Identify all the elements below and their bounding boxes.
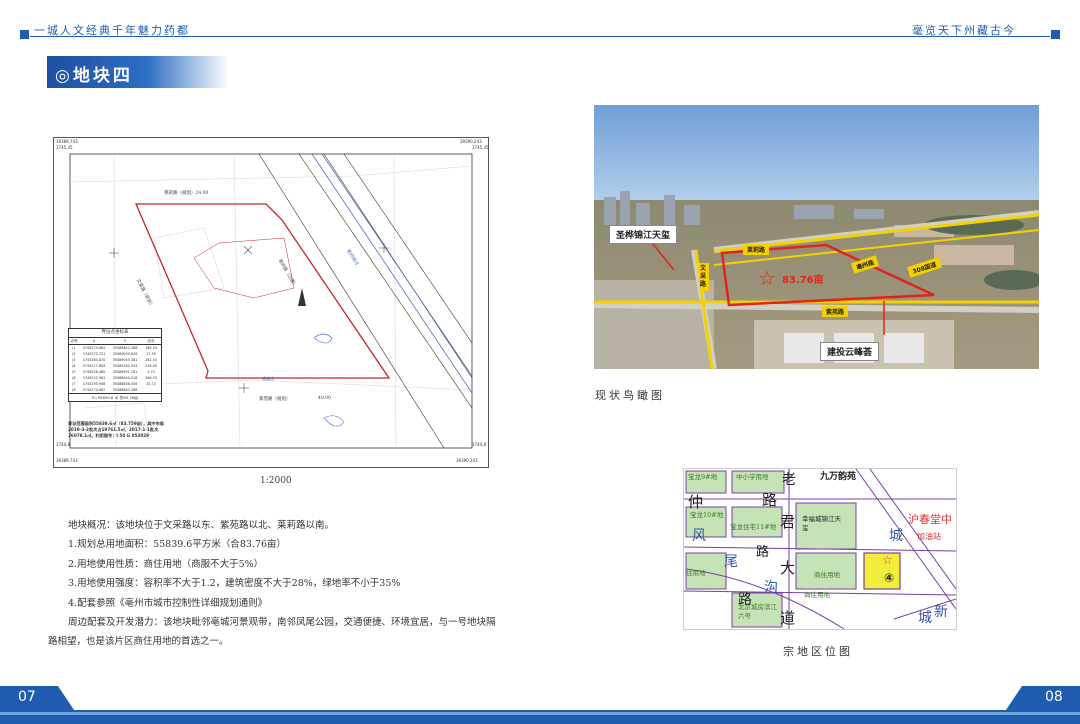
section-title-bar: ◎地块四 [47,56,229,88]
loc-l18: 城 [918,610,932,626]
page-footer: 07 08 [0,686,1080,724]
location-caption: 宗地区位图 [783,645,853,658]
map-road-bottom: 紫苑路（规划） [259,397,291,402]
aerial-label-project2: 建投云峰荟 [820,342,880,361]
loc-l20: 商住用地 [804,591,830,599]
section-title: ◎地块四 [55,66,133,86]
loc-l10: 路 [756,545,770,560]
loc-l17: 道 [780,609,796,627]
spec-item-2: 2.用地使用性质：商住用地（商服不大于5%） [68,558,264,570]
table-total: S=55839.6 ㎡ 合83.76亩 [69,393,161,401]
surroundings-text: 周边配套及开发潜力：该地块毗邻亳城河景观带，南邻凤尾公园，交通便捷、环境宜居，与… [48,617,496,648]
page-header: 一城人文经典千年魅力药都 毫览天下州藏古今 [0,16,1080,39]
loc-l5: 城 [889,528,903,544]
aerial-area-label: 83.76亩 [782,275,824,286]
table-row: J8 3745274.682 39388842.388 [69,387,161,393]
header-square-left [20,30,29,39]
loc-l2: 宝龙住宅11#地 [730,523,777,531]
loc-l9: 尾 [724,554,738,570]
loc-plot-star: ☆ [882,553,893,567]
corner-coord-tr: 39390,243 [460,139,482,144]
aerial-caption: 现状鸟瞰图 [595,389,665,402]
loc-road2: 路 [762,491,778,509]
location-map: 宝龙9#地 中小学用地 老 九万韵苑 仲 路 宝龙10#地 宝龙住宅11#地 君… [683,468,957,630]
loc-plot-number: ④ [884,571,895,585]
table-cell: J8 [72,388,76,392]
table-cell: 39388842.388 [112,388,138,392]
loc-top2: 中小学用地 [736,473,769,481]
loc-l16: 北京城房滨江六号 [738,603,777,620]
scale-label: 1:2000 [260,476,292,486]
boundary-coordinate-table: 界址点坐标表 点号 X Y 边长 J1 3745274.682 39388842.388 1… [68,328,162,402]
corner-coord-bl: 39389,743 [56,458,78,463]
footer-bands [0,686,1080,724]
corner-coord-tl: 39389,743 [56,139,78,144]
corner-coord-mr: 3745,35 [472,145,489,150]
description-block: 地块概况：该地块位于文采路以东、紫苑路以北、莱莉路以南。 1.规划总用地面积：5… [48,516,503,652]
spec-item-4: 4.配套参照《亳州市城市控制性详细规划通则》 [68,597,268,609]
aerial-road-bottom: 紫苑路 [822,306,849,317]
map-road-bottom-width: 40.00 [318,396,331,401]
loc-top1: 宝龙9#地 [688,473,718,481]
loc-l12: 住用地 [686,569,706,577]
loc-l1: 宝龙10#地 [690,511,724,519]
aerial-road-left: 文采路 [699,263,709,291]
loc-l14: 沟 [764,580,778,596]
table-cell [141,387,161,393]
cadastral-map-drawing [69,153,473,449]
overview-text: 地块概况：该地块位于文采路以东、紫苑路以北、莱莉路以南。 [68,520,335,531]
right-page-number: 08 [1045,689,1063,705]
loc-l4: 幸福城锦江天玺 [802,515,841,532]
spec-item-1: 1.规划总用地面积：55839.6平方米（合83.76亩） [68,539,287,551]
header-square-right [1051,30,1060,39]
aerial-label-project1: 圣桦锦江天玺 [609,225,678,244]
loc-l11: 大 [780,559,796,577]
table-title: 界址点坐标表 [69,329,161,338]
corner-coord-ml: 3745,35 [56,145,73,150]
table-header-cell: 边长 [147,339,155,343]
table-cell: 3745274.682 [82,388,106,392]
loc-top3: 老 [782,472,796,488]
corner-coord-br: 39390,243 [456,458,478,463]
map-rail: 铁路线 [262,376,274,381]
table-header-row: 点号 X Y 边长 [69,338,161,345]
loc-l7: 加油站 [917,532,941,541]
aerial-photo: ☆ 圣桦锦江天玺 建投云峰荟 莱莉路 紫苑路 文采路 亳州路 308国道 83.… [594,105,1039,369]
header-right-text: 毫览天下州藏古今 [912,24,1016,37]
corner-coord-lbr: 3744,8 [472,442,486,447]
map-road-top: 莱莉路（规划）24.00 [164,191,209,196]
aerial-road-top: 莱莉路 [743,244,770,255]
loc-l13: 商住用地 [814,571,840,579]
spec-item-3: 3.用地使用强度：容积率不大于1.2，建筑密度不大于28%，绿地率不小于35% [68,578,401,590]
loc-l8: 风 [692,528,706,544]
table-header-cell: Y [123,339,127,343]
table-body: J1 3745274.682 39388842.388 188.24 J2 3745272… [69,345,161,393]
svg-text:☆: ☆ [758,266,776,290]
loc-l6: 沪春堂中 [908,513,952,526]
corner-coord-lbl: 3744,8 [56,442,70,447]
table-header-cell: X [92,339,96,343]
left-page-number: 07 [18,689,36,705]
loc-top4: 九万韵苑 [820,472,857,482]
loc-l3: 君 [780,513,796,531]
table-header-cell: 点号 [70,339,78,343]
cadastral-map: 39389,743 39390,243 3745,35 3745,35 3744… [53,137,489,468]
header-left-text: 一城人文经典千年魅力药都 [34,24,190,37]
location-map-drawing [684,469,956,629]
loc-l19: 新 [934,604,948,620]
map-note: 界址范围面积55839.6㎡（83.759亩），其中市局2019-3-2批次占1… [68,421,164,438]
